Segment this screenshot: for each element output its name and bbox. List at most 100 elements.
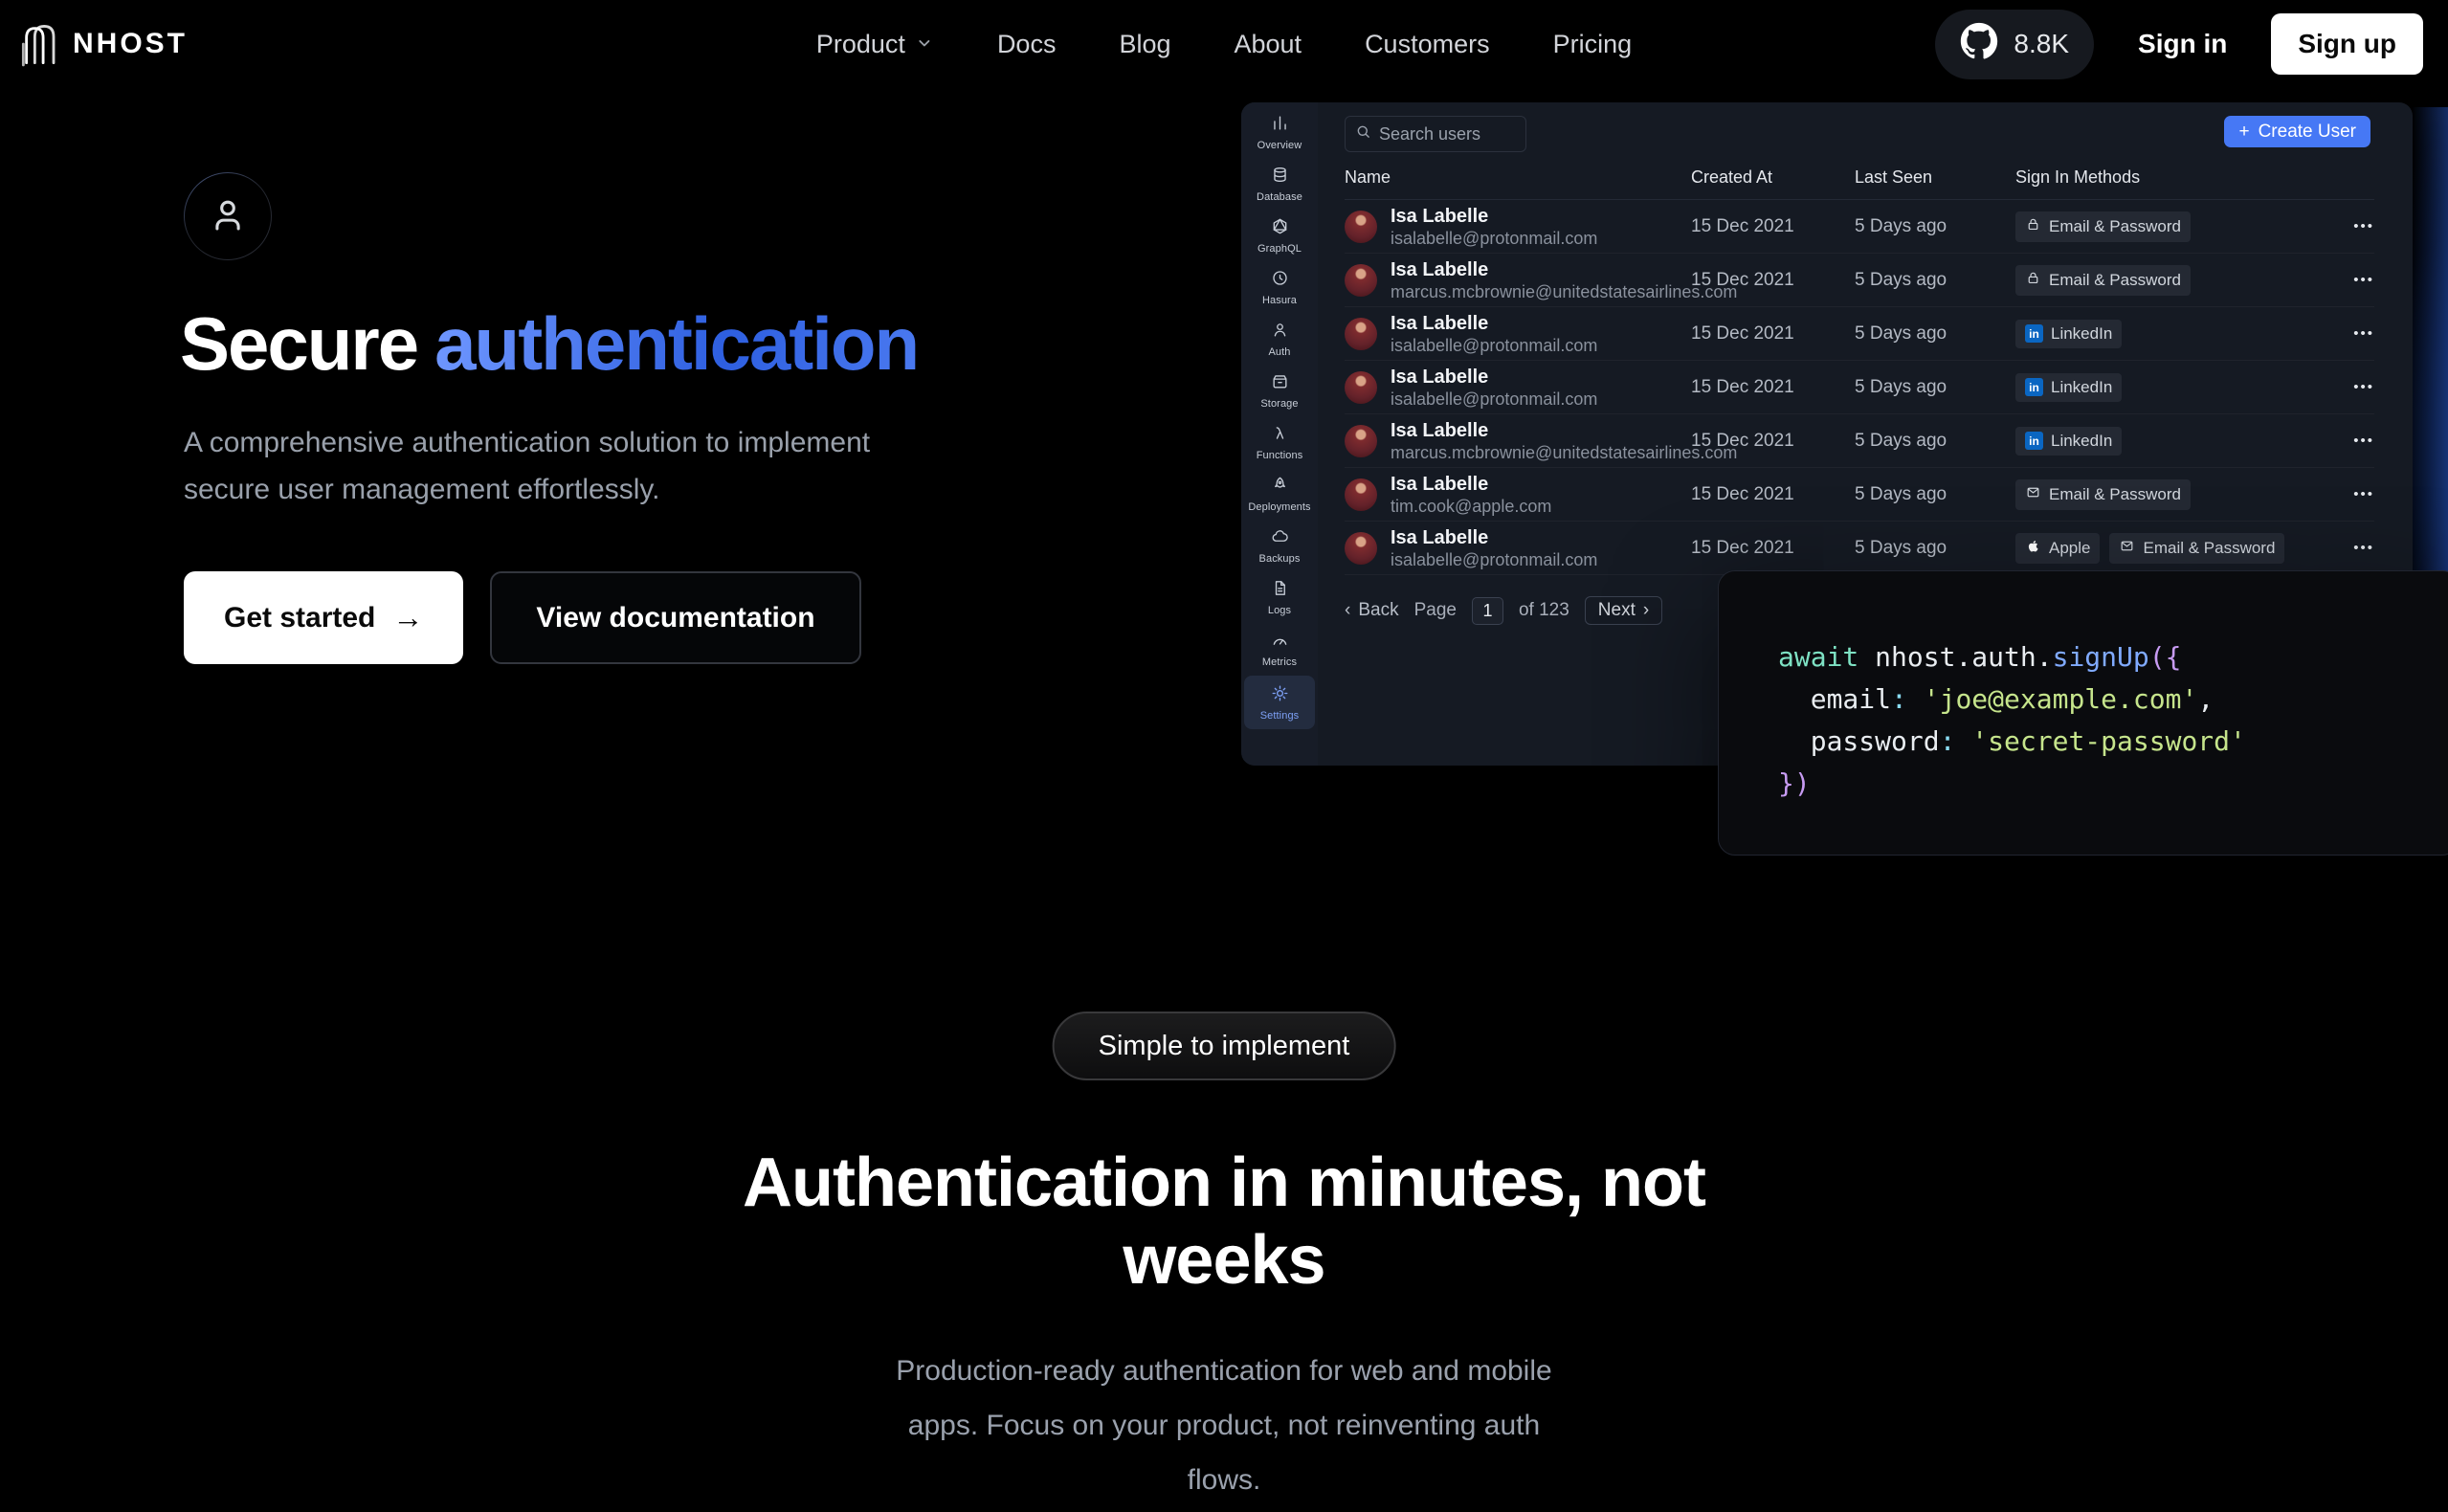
nav-item-pricing[interactable]: Pricing — [1553, 30, 1633, 59]
table-row[interactable]: Isa Labelleisalabelle@protonmail.com15 D… — [1345, 307, 2374, 361]
user-name: Isa Labelle — [1391, 312, 1597, 335]
row-actions-cell: ••• — [2323, 433, 2374, 450]
column-header-last-seen: Last Seen — [1855, 167, 2015, 188]
user-email: isalabelle@protonmail.com — [1391, 549, 1597, 570]
view-documentation-button[interactable]: View documentation — [490, 571, 860, 664]
user-name: Isa Labelle — [1391, 258, 1737, 281]
row-menu-button[interactable]: ••• — [2353, 218, 2374, 234]
sidebar-item-settings[interactable]: Settings — [1244, 676, 1315, 729]
user-email: isalabelle@protonmail.com — [1391, 389, 1597, 410]
sidebar-item-logs[interactable]: Logs — [1244, 572, 1315, 623]
nav-item-docs[interactable]: Docs — [997, 30, 1057, 59]
user-text: Isa Labellemarcus.mcbrownie@unitedstates… — [1391, 419, 1737, 463]
user-email: marcus.mcbrownie@unitedstatesairlines.co… — [1391, 281, 1737, 302]
page-number-input[interactable] — [1472, 597, 1503, 625]
last-seen-cell: 5 Days ago — [1855, 484, 2015, 505]
hero-cta-row: Get started → View documentation — [184, 571, 861, 664]
sidebar-item-label: Backups — [1259, 553, 1301, 565]
created-at-cell: 15 Dec 2021 — [1691, 323, 1855, 345]
last-seen-cell: 5 Days ago — [1855, 431, 2015, 452]
nav-item-product[interactable]: Product — [816, 30, 934, 59]
sidebar-item-auth[interactable]: Auth — [1244, 314, 1315, 365]
github-icon — [1960, 22, 1998, 67]
table-row[interactable]: Isa Labelleisalabelle@protonmail.com15 D… — [1345, 361, 2374, 414]
sidebar-item-backups[interactable]: Backups — [1244, 521, 1315, 571]
github-stars-button[interactable]: 8.8K — [1935, 10, 2094, 79]
code-line: await nhost.auth.signUp({ — [1778, 636, 2448, 678]
sidebar-item-label: GraphQL — [1257, 243, 1302, 255]
sidebar-item-label: Overview — [1257, 140, 1302, 151]
table-row[interactable]: Isa Labelleisalabelle@protonmail.com15 D… — [1345, 200, 2374, 254]
table-row[interactable]: Isa Labellemarcus.mcbrownie@unitedstates… — [1345, 414, 2374, 468]
sidebar-item-label: Deployments — [1248, 501, 1310, 513]
sidebar-item-storage[interactable]: Storage — [1244, 366, 1315, 416]
sidebar-item-overview[interactable]: Overview — [1244, 107, 1315, 158]
linkedin-icon: in — [2025, 378, 2043, 396]
sidebar-item-label: Metrics — [1262, 656, 1297, 668]
create-user-button[interactable]: + Create User — [2224, 116, 2370, 147]
sign-up-button[interactable]: Sign up — [2271, 13, 2423, 75]
user-avatar — [1345, 532, 1377, 565]
sign-in-link[interactable]: Sign in — [2138, 29, 2227, 59]
row-menu-button[interactable]: ••• — [2353, 433, 2374, 449]
code-token: : — [1891, 683, 1907, 715]
sign-in-methods-cell: Apple Email & Password — [2015, 533, 2323, 564]
nav-item-customers[interactable]: Customers — [1365, 30, 1490, 59]
user-name: Isa Labelle — [1391, 205, 1597, 228]
code-token: , — [2197, 683, 2214, 715]
table-row[interactable]: Isa Labelletim.cook@apple.com15 Dec 2021… — [1345, 468, 2374, 522]
search-users-box[interactable] — [1345, 116, 1526, 152]
last-seen-cell: 5 Days ago — [1855, 270, 2015, 291]
hero-subtitle-line: A comprehensive authentication solution … — [184, 419, 870, 466]
nav-item-about[interactable]: About — [1235, 30, 1302, 59]
method-label: Email & Password — [2049, 217, 2181, 236]
section-paragraph-line: flows. — [650, 1453, 1798, 1507]
user-icon — [206, 192, 250, 241]
back-button[interactable]: ‹ Back — [1345, 600, 1399, 621]
code-token: 'joe@example.com' — [1924, 683, 2198, 715]
hero-title: Secureauthentication — [180, 300, 918, 388]
nhost-logo[interactable]: nhost — [21, 21, 188, 67]
row-menu-button[interactable]: ••• — [2353, 486, 2374, 502]
row-actions-cell: ••• — [2323, 540, 2374, 557]
user-email: isalabelle@protonmail.com — [1391, 228, 1597, 249]
method-label: LinkedIn — [2051, 378, 2112, 397]
table-row[interactable]: Isa Labelleisalabelle@protonmail.com15 D… — [1345, 522, 2374, 575]
table-row[interactable]: Isa Labellemarcus.mcbrownie@unitedstates… — [1345, 254, 2374, 307]
chevron-right-icon: › — [1643, 600, 1649, 621]
sidebar-item-functions[interactable]: Functions — [1244, 417, 1315, 468]
created-at-cell: 15 Dec 2021 — [1691, 431, 1855, 452]
user-name: Isa Labelle — [1391, 473, 1551, 496]
row-menu-button[interactable]: ••• — [2353, 325, 2374, 342]
method-badge-envelope: Email & Password — [2015, 479, 2191, 510]
code-token — [1907, 683, 1924, 715]
envelope-icon — [2119, 538, 2135, 559]
row-actions-cell: ••• — [2323, 272, 2374, 289]
row-menu-button[interactable]: ••• — [2353, 272, 2374, 288]
envelope-icon — [2025, 484, 2041, 505]
nav-item-blog[interactable]: Blog — [1119, 30, 1170, 59]
method-label: Apple — [2049, 539, 2090, 558]
row-actions-cell: ••• — [2323, 218, 2374, 235]
sidebar-item-hasura[interactable]: Hasura — [1244, 262, 1315, 313]
sidebar-item-metrics[interactable]: Metrics — [1244, 624, 1315, 675]
row-menu-button[interactable]: ••• — [2353, 540, 2374, 556]
brand-name: nhost — [73, 28, 188, 60]
section-heading-line: Authentication in minutes, not — [506, 1145, 1942, 1222]
user-cell: Isa Labelleisalabelle@protonmail.com — [1345, 526, 1691, 570]
sidebar-item-deployments[interactable]: Deployments — [1244, 469, 1315, 520]
sign-in-methods-cell: Email & Password — [2015, 479, 2323, 510]
user-cell: Isa Labelleisalabelle@protonmail.com — [1345, 366, 1691, 410]
method-badge-linkedin: inLinkedIn — [2015, 320, 2122, 348]
section-paragraph-line: Production-ready authentication for web … — [650, 1344, 1798, 1398]
sidebar-item-graphql[interactable]: GraphQL — [1244, 211, 1315, 261]
sidebar-item-database[interactable]: Database — [1244, 159, 1315, 210]
search-users-input[interactable] — [1379, 124, 1516, 145]
next-button[interactable]: Next › — [1585, 596, 1662, 625]
hero-subtitle: A comprehensive authentication solution … — [184, 419, 870, 513]
get-started-button[interactable]: Get started → — [184, 571, 463, 664]
nav-item-label: About — [1235, 30, 1302, 59]
column-header-actions — [2323, 167, 2374, 188]
row-menu-button[interactable]: ••• — [2353, 379, 2374, 395]
method-label: Email & Password — [2143, 539, 2275, 558]
